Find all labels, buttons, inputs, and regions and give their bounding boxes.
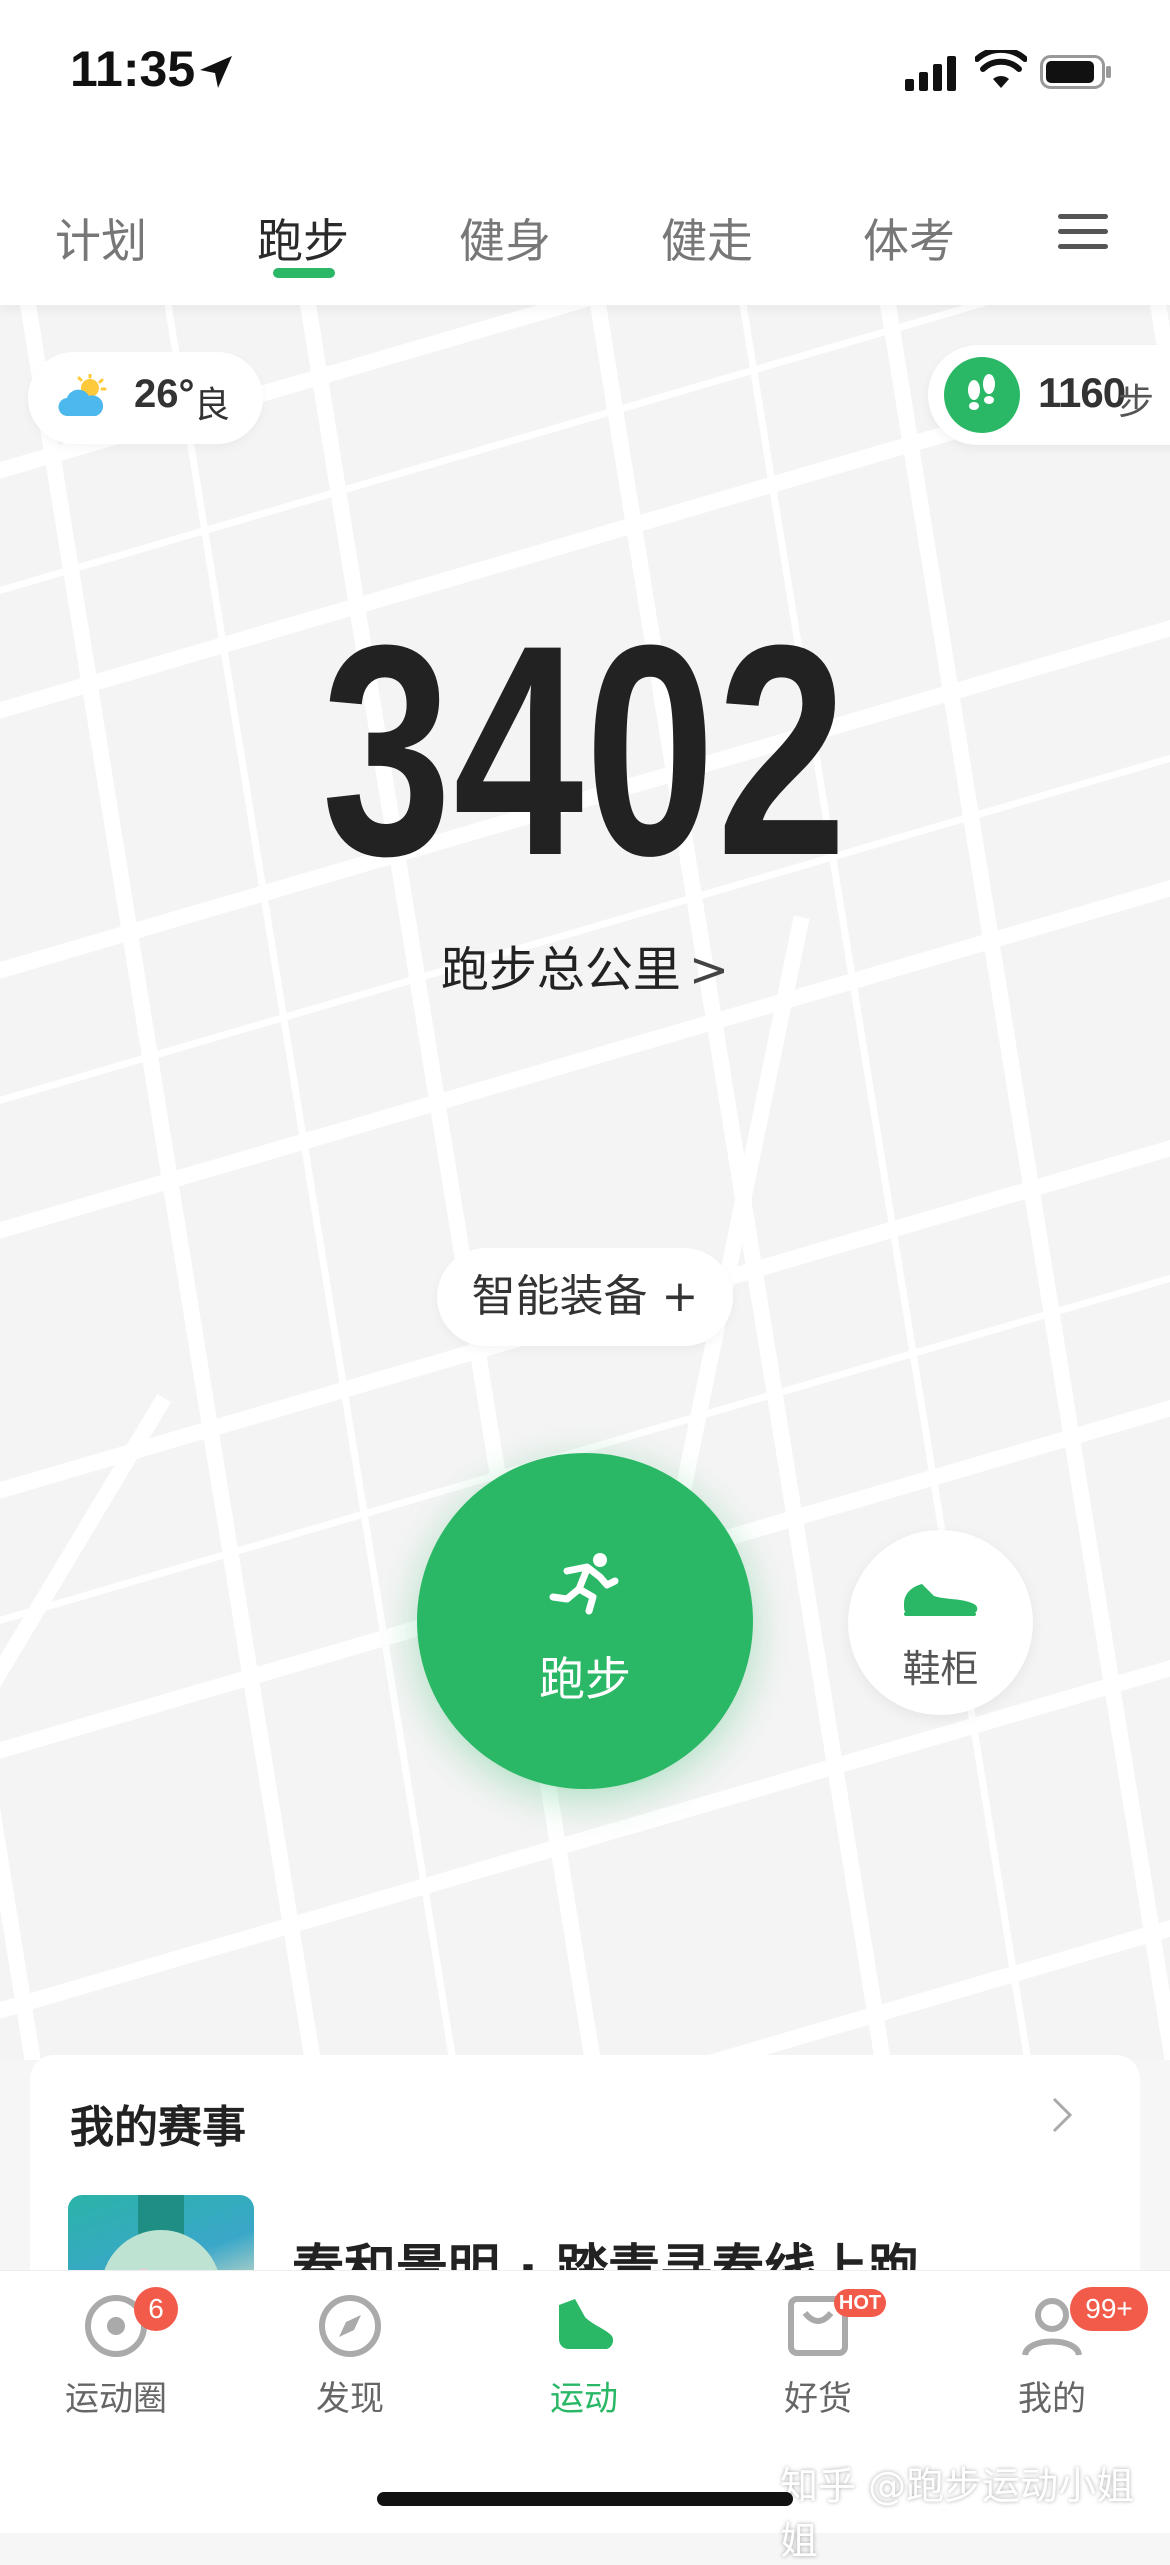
air-quality-text: 良	[194, 385, 231, 426]
nav-label: 发现	[316, 2379, 384, 2419]
step-unit: 步	[1118, 382, 1155, 423]
cellular-signal-icon	[905, 56, 956, 91]
start-run-button[interactable]: 跑步	[417, 1453, 753, 1789]
shoe-cabinet-label: 鞋柜	[902, 1647, 979, 1691]
hamburger-menu-icon[interactable]	[1058, 212, 1108, 252]
start-run-label: 跑步	[539, 1652, 631, 1706]
street-map	[0, 305, 1170, 2060]
watermark-text: 知乎 @跑步运动小姐姐	[780, 2464, 1135, 2563]
battery-icon	[1040, 55, 1111, 89]
chevron-right-icon: >	[688, 942, 730, 998]
nav-sports[interactable]: 运动	[494, 2291, 674, 2420]
hot-badge: HOT	[834, 2289, 886, 2317]
partly-cloudy-sun-icon	[58, 374, 107, 417]
nav-label: 我的	[1018, 2379, 1086, 2419]
location-arrow-icon	[200, 56, 232, 88]
runner-icon	[549, 1553, 619, 1615]
compass-icon	[319, 2295, 381, 2357]
tab-walking[interactable]: 健走	[661, 205, 753, 271]
nav-label: 运动圈	[65, 2379, 167, 2419]
map-background	[0, 305, 1170, 2060]
tab-fitness[interactable]: 健身	[459, 205, 551, 271]
temperature-text: 26°	[134, 372, 195, 416]
step-counter-pill[interactable]: 1160 步	[928, 345, 1170, 445]
total-distance-label: 跑步总公里	[440, 942, 681, 998]
total-distance-value[interactable]: 3402	[129, 600, 1042, 900]
smart-gear-button[interactable]: 智能装备 +	[437, 1248, 733, 1346]
top-tab-bar: 计划 跑步 健身 健走 体考	[0, 150, 1170, 305]
home-indicator[interactable]	[377, 2492, 793, 2506]
weather-pill[interactable]: 26° 良	[28, 352, 263, 444]
shoe-cabinet-button[interactable]: 鞋柜	[848, 1530, 1033, 1715]
status-bar: 11:35	[0, 0, 1170, 150]
nav-sports-circle[interactable]: 运动圈 6	[26, 2287, 206, 2420]
nav-label: 运动	[550, 2379, 618, 2419]
tab-fitness-test[interactable]: 体考	[863, 205, 955, 271]
chevron-right-icon[interactable]	[1050, 2095, 1074, 2135]
notification-badge: 99+	[1070, 2287, 1148, 2331]
status-time: 11:35	[70, 41, 196, 97]
nav-shop[interactable]: 好货 HOT	[728, 2289, 908, 2420]
active-tab-indicator	[273, 268, 335, 278]
tab-running[interactable]: 跑步	[257, 205, 349, 271]
total-distance-link[interactable]: 跑步总公里 >	[0, 930, 1170, 1000]
nav-discover[interactable]: 发现	[260, 2291, 440, 2420]
my-events-title: 我的赛事	[70, 2102, 246, 2153]
footprints-icon	[944, 357, 1020, 433]
sneaker-icon	[559, 2299, 614, 2349]
notification-badge: 6	[134, 2287, 178, 2331]
tab-plan[interactable]: 计划	[55, 205, 147, 271]
wifi-icon	[975, 50, 1027, 88]
sneaker-icon	[904, 1584, 978, 1616]
nav-label: 好货	[784, 2379, 852, 2419]
step-count: 1160	[1038, 369, 1126, 416]
nav-profile[interactable]: 我的 99+	[962, 2287, 1148, 2420]
